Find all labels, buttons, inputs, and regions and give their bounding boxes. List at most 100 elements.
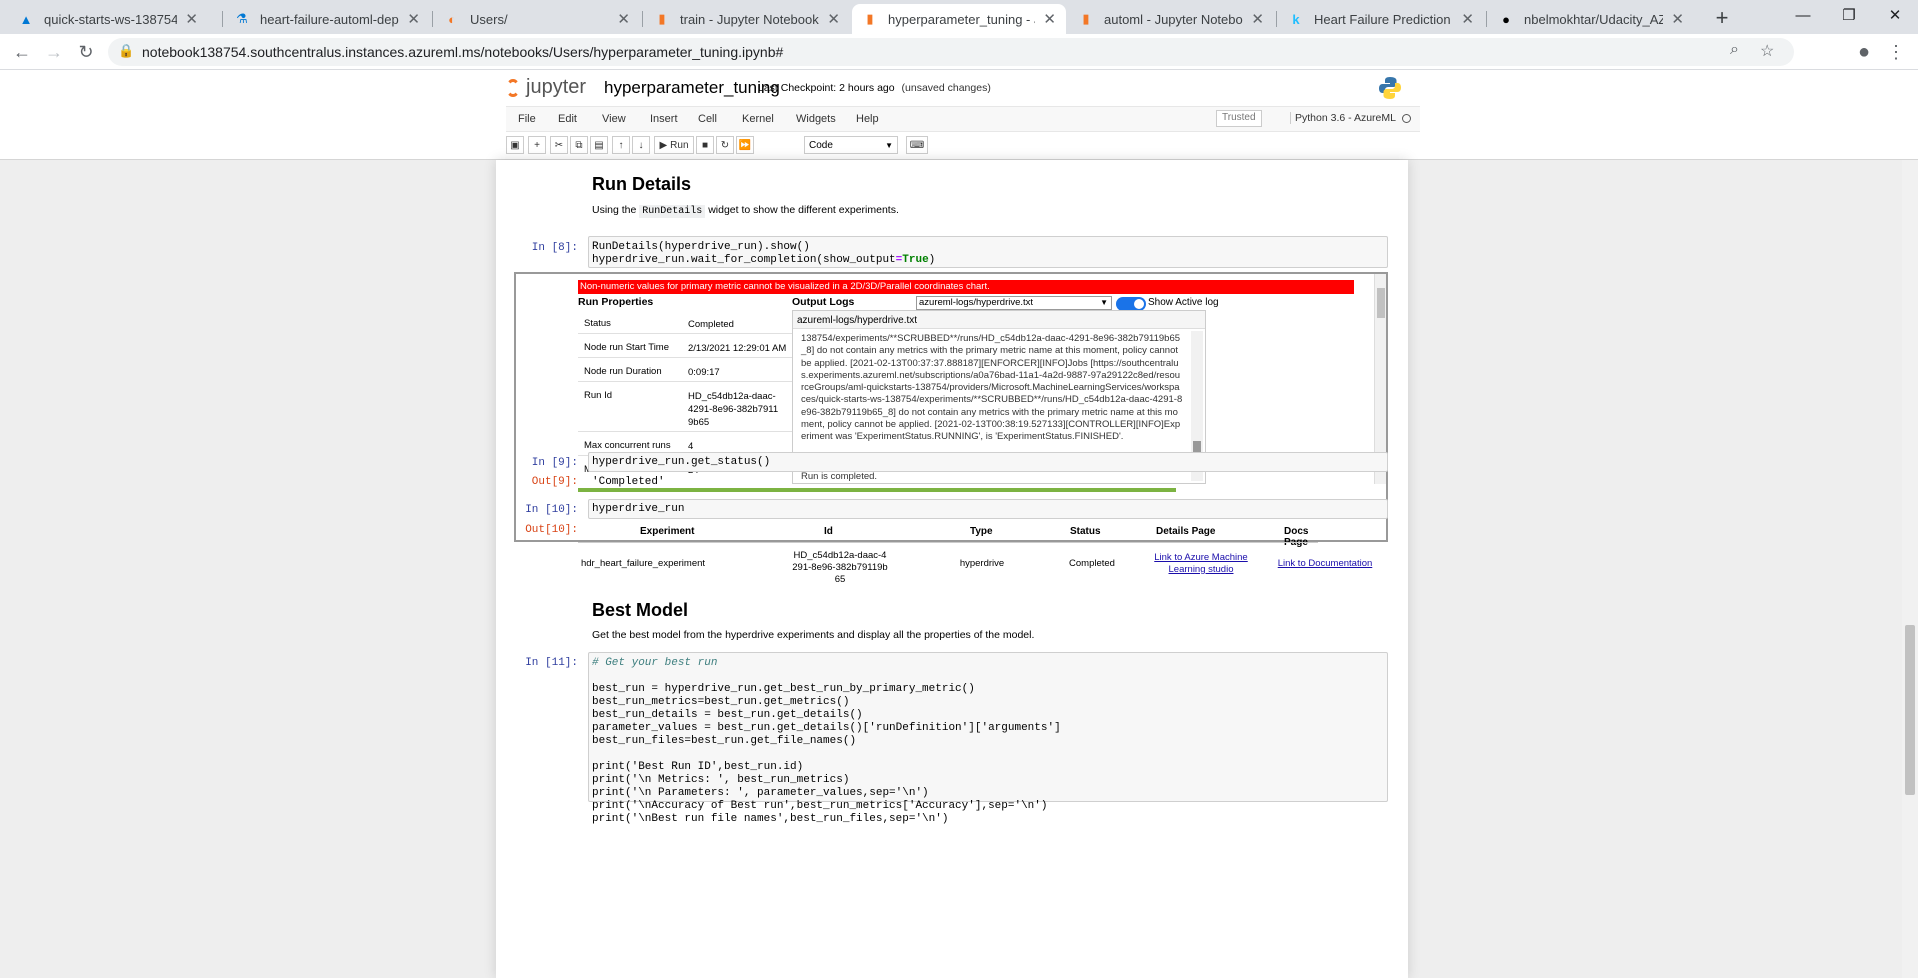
jupyter-logo-icon (506, 78, 520, 97)
run-details-text-pre: Using the (592, 204, 640, 216)
back-icon[interactable]: ← (8, 38, 36, 66)
close-icon[interactable]: ✕ (185, 10, 198, 28)
details-page-link[interactable]: Link to Azure Machine Learning studio (1146, 552, 1256, 576)
widget-scroll-thumb[interactable] (1377, 288, 1385, 318)
insert-cell-plus-icon[interactable]: + (528, 136, 546, 154)
tab-train-notebook[interactable]: ▮ train - Jupyter Notebook ✕ (644, 4, 850, 34)
notebook-icon: ▮ (658, 11, 666, 26)
lock-icon[interactable]: 🔒 (118, 43, 134, 59)
table-header: Docs Page (1284, 526, 1309, 548)
run-play-icon: ▶ (659, 139, 668, 151)
close-icon[interactable]: ✕ (617, 10, 630, 28)
table-cell-status: Completed (1069, 558, 1115, 569)
profile-avatar-icon[interactable]: ● (1850, 38, 1878, 66)
table-cell-id: HD_c54db12a-daac-4291-8e96-382b79119b65 (792, 550, 888, 585)
cell-8-input[interactable]: RunDetails(hyperdrive_run).show() hyperd… (588, 236, 1388, 268)
code-line: print('\n Metrics: ', best_run_metrics) (592, 774, 850, 786)
tab-kaggle[interactable]: k Heart Failure Prediction | Ka ✕ (1278, 4, 1484, 34)
cell-11-in-prompt: In [11]: (525, 657, 578, 669)
github-icon: ● (1502, 11, 1510, 27)
move-up-icon[interactable]: ↑ (612, 136, 630, 154)
save-icon[interactable]: ▣ (506, 136, 524, 154)
forward-icon[interactable]: → (40, 38, 68, 66)
azure-ml-flask-icon: ⚗ (236, 11, 248, 26)
log-file-select[interactable]: azureml-logs/hyperdrive.txt ▼ (916, 296, 1112, 310)
close-icon[interactable]: ✕ (407, 10, 420, 28)
property-value: Completed (688, 319, 734, 330)
menu-file[interactable]: File (518, 113, 536, 125)
move-down-icon[interactable]: ↓ (632, 136, 650, 154)
menu-widgets[interactable]: Widgets (796, 113, 836, 125)
menu-cell[interactable]: Cell (698, 113, 717, 125)
reload-icon[interactable]: ↻ (72, 38, 100, 66)
browser-menu-icon[interactable]: ⋮ (1882, 38, 1910, 66)
close-icon[interactable]: ✕ (827, 10, 840, 28)
zoom-icon[interactable]: ⌕ (1730, 41, 1739, 59)
tab-title: nbelmokhtar/Udacity_AZMI (1524, 11, 1664, 27)
cell-9-input[interactable]: hyperdrive_run.get_status() (588, 452, 1388, 472)
cell-11-code: # Get your best run best_run = hyperdriv… (589, 653, 1387, 830)
copy-icon[interactable]: ⧉ (570, 136, 588, 154)
minimize-icon[interactable]: — (1780, 0, 1826, 30)
chevron-down-icon: ▼ (1100, 298, 1108, 307)
tab-quick-starts[interactable]: ▲ quick-starts-ws-138754 - Mi ✕ (8, 4, 208, 34)
cell-11-input[interactable]: # Get your best run best_run = hyperdriv… (588, 652, 1388, 825)
tab-title: heart-failure-automl-deploy (260, 11, 399, 27)
table-cell-experiment: hdr_heart_failure_experiment (580, 558, 706, 569)
restart-run-all-icon[interactable]: ⏩ (736, 136, 754, 154)
menu-view[interactable]: View (602, 113, 626, 125)
menu-kernel[interactable]: Kernel (742, 113, 774, 125)
code-line: best_run_files=best_run.get_file_names() (592, 735, 857, 747)
kernel-name[interactable]: Python 3.6 - AzureML (1290, 112, 1396, 124)
jupyter-logo[interactable]: jupyter (506, 76, 586, 99)
close-icon[interactable]: ✕ (1461, 10, 1474, 28)
close-window-icon[interactable]: ✕ (1872, 0, 1918, 30)
cell-10-out-prompt: Out[10]: (525, 524, 578, 536)
kaggle-icon: k (1292, 11, 1300, 27)
restore-icon[interactable]: ❐ (1826, 0, 1872, 30)
close-icon[interactable]: ✕ (1671, 10, 1684, 28)
show-active-log-label: Show Active log (1148, 297, 1219, 308)
tab-separator (1276, 11, 1277, 27)
tab-title: Users/ (470, 11, 508, 27)
notebook-icon: ▮ (866, 11, 874, 26)
cell-10-input[interactable]: hyperdrive_run (588, 499, 1388, 519)
docs-page-link[interactable]: Link to Documentation (1270, 558, 1380, 570)
page-scrollbar[interactable] (1902, 160, 1918, 978)
python-logo-icon (1379, 77, 1401, 99)
tab-title: quick-starts-ws-138754 - Mi (44, 11, 178, 27)
property-key: Max concurrent runs (584, 440, 671, 451)
property-key: Status (584, 318, 611, 329)
run-label: Run (670, 139, 689, 151)
menu-help[interactable]: Help (856, 113, 879, 125)
tab-title: Heart Failure Prediction | Ka (1314, 11, 1453, 27)
tab-github[interactable]: ● nbelmokhtar/Udacity_AZMI ✕ (1488, 4, 1694, 34)
cell-type-select[interactable]: Code ▼ (804, 136, 898, 154)
close-icon[interactable]: ✕ (1251, 10, 1264, 28)
page-scroll-thumb[interactable] (1905, 625, 1915, 795)
trusted-badge[interactable]: Trusted (1216, 110, 1262, 127)
run-button[interactable]: ▶ Run (654, 136, 694, 154)
notebook-name[interactable]: hyperparameter_tuning (604, 78, 780, 98)
interrupt-stop-icon[interactable]: ■ (696, 136, 714, 154)
restart-icon[interactable]: ↻ (716, 136, 734, 154)
tab-users[interactable]: ◐ Users/ ✕ (434, 4, 640, 34)
close-icon[interactable]: ✕ (1043, 10, 1056, 28)
output-logs-heading: Output Logs (792, 296, 855, 308)
cell-8-line-2a: hyperdrive_run.wait_for_completion(show_… (592, 254, 896, 266)
paste-icon[interactable]: ▤ (590, 136, 608, 154)
bookmark-star-icon[interactable]: ☆ (1760, 41, 1774, 61)
tab-heart-failure-deploy[interactable]: ⚗ heart-failure-automl-deploy ✕ (224, 4, 430, 34)
keyboard-icon[interactable]: ⌨ (906, 136, 928, 154)
omnibox[interactable]: 🔒 notebook138754.southcentralus.instance… (108, 38, 1794, 66)
new-tab-plus-icon[interactable]: + (1708, 4, 1736, 32)
tab-hyperparameter-tuning[interactable]: ▮ hyperparameter_tuning - Ju ✕ (852, 4, 1066, 34)
url-text[interactable]: notebook138754.southcentralus.instances.… (142, 44, 783, 60)
cut-icon[interactable]: ✂ (550, 136, 568, 154)
tab-title: train - Jupyter Notebook (680, 11, 819, 27)
show-active-log-toggle[interactable] (1116, 297, 1146, 311)
menu-insert[interactable]: Insert (650, 113, 678, 125)
tab-automl-notebook[interactable]: ▮ automl - Jupyter Notebook ✕ (1068, 4, 1274, 34)
widget-warning-banner: Non-numeric values for primary metric ca… (578, 280, 1354, 294)
menu-edit[interactable]: Edit (558, 113, 577, 125)
